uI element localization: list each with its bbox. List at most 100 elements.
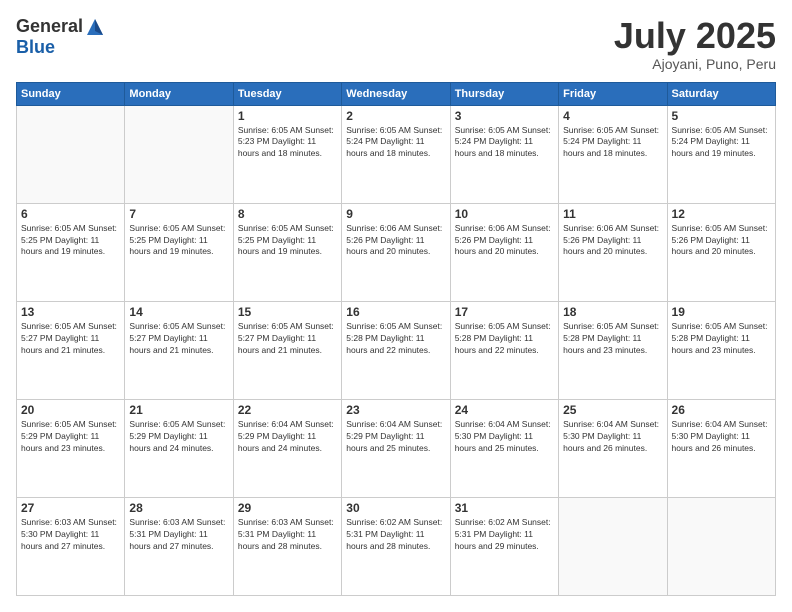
day-number: 31 (455, 501, 554, 515)
table-row: 1Sunrise: 6:05 AM Sunset: 5:23 PM Daylig… (233, 105, 341, 203)
day-info: Sunrise: 6:04 AM Sunset: 5:30 PM Dayligh… (672, 419, 771, 455)
col-sunday: Sunday (17, 82, 125, 105)
table-row: 12 Sunrise: 6:05 AM Sunset: 5:26 PM Dayli… (667, 203, 775, 301)
day-info: Sunrise: 6:05 AM Sunset: 5:25 PM Dayligh… (238, 223, 337, 259)
table-row: 13 Sunrise: 6:05 AM Sunset: 5:27 PM Dayli… (17, 301, 125, 399)
day-info: Sunrise: 6:05 AM Sunset: 5:29 PM Dayligh… (129, 419, 228, 455)
calendar-week-row: 27 Sunrise: 6:03 AM Sunset: 5:30 PM Dayli… (17, 497, 776, 595)
day-number: 10 (455, 207, 554, 221)
table-row: 4Sunrise: 6:05 AM Sunset: 5:24 PM Daylig… (559, 105, 667, 203)
table-row: 20 Sunrise: 6:05 AM Sunset: 5:29 PM Dayli… (17, 399, 125, 497)
day-number: 11 (563, 207, 662, 221)
header: General Blue July 2025 Ajoyani, Puno, Pe… (16, 16, 776, 72)
table-row: 5 Sunrise: 6:05 AM Sunset: 5:24 PM Daylig… (667, 105, 775, 203)
table-row: 3 Sunrise: 6:05 AM Sunset: 5:24 PM Daylig… (450, 105, 558, 203)
table-row (17, 105, 125, 203)
day-info: Sunrise: 6:05 AM Sunset: 5:24 PM Dayligh… (672, 125, 771, 161)
col-saturday: Saturday (667, 82, 775, 105)
day-number: 8 (238, 207, 337, 221)
day-number: 14 (129, 305, 228, 319)
table-row (559, 497, 667, 595)
day-info: Sunrise: 6:05 AM Sunset: 5:25 PM Dayligh… (21, 223, 120, 259)
logo: General Blue (16, 16, 105, 58)
day-number: 2 (346, 109, 445, 123)
table-row: 23Sunrise: 6:04 AM Sunset: 5:29 PM Dayli… (342, 399, 450, 497)
table-row: 7Sunrise: 6:05 AM Sunset: 5:25 PM Daylig… (125, 203, 233, 301)
logo-blue-text: Blue (16, 37, 55, 58)
day-info: Sunrise: 6:05 AM Sunset: 5:28 PM Dayligh… (563, 321, 662, 357)
day-info: Sunrise: 6:06 AM Sunset: 5:26 PM Dayligh… (455, 223, 554, 259)
day-number: 16 (346, 305, 445, 319)
location: Ajoyani, Puno, Peru (614, 56, 776, 72)
day-info: Sunrise: 6:06 AM Sunset: 5:26 PM Dayligh… (346, 223, 445, 259)
table-row: 30 Sunrise: 6:02 AM Sunset: 5:31 PM Dayli… (342, 497, 450, 595)
table-row: 14 Sunrise: 6:05 AM Sunset: 5:27 PM Dayli… (125, 301, 233, 399)
day-number: 20 (21, 403, 120, 417)
table-row: 15 Sunrise: 6:05 AM Sunset: 5:27 PM Dayli… (233, 301, 341, 399)
day-number: 28 (129, 501, 228, 515)
day-info: Sunrise: 6:05 AM Sunset: 5:29 PM Dayligh… (21, 419, 120, 455)
day-number: 24 (455, 403, 554, 417)
day-number: 21 (129, 403, 228, 417)
day-info: Sunrise: 6:05 AM Sunset: 5:27 PM Dayligh… (21, 321, 120, 357)
day-info: Sunrise: 6:05 AM Sunset: 5:23 PM Dayligh… (238, 125, 337, 161)
day-number: 5 (672, 109, 771, 123)
day-info: Sunrise: 6:05 AM Sunset: 5:24 PM Dayligh… (563, 125, 662, 161)
table-row: 10 Sunrise: 6:06 AM Sunset: 5:26 PM Dayli… (450, 203, 558, 301)
day-number: 18 (563, 305, 662, 319)
day-info: Sunrise: 6:05 AM Sunset: 5:27 PM Dayligh… (129, 321, 228, 357)
table-row: 18 Sunrise: 6:05 AM Sunset: 5:28 PM Dayli… (559, 301, 667, 399)
table-row: 8 Sunrise: 6:05 AM Sunset: 5:25 PM Daylig… (233, 203, 341, 301)
calendar-week-row: 6 Sunrise: 6:05 AM Sunset: 5:25 PM Daylig… (17, 203, 776, 301)
day-number: 6 (21, 207, 120, 221)
table-row: 31 Sunrise: 6:02 AM Sunset: 5:31 PM Dayli… (450, 497, 558, 595)
table-row: 11Sunrise: 6:06 AM Sunset: 5:26 PM Dayli… (559, 203, 667, 301)
day-number: 3 (455, 109, 554, 123)
calendar-week-row: 1Sunrise: 6:05 AM Sunset: 5:23 PM Daylig… (17, 105, 776, 203)
table-row: 27 Sunrise: 6:03 AM Sunset: 5:30 PM Dayli… (17, 497, 125, 595)
table-row: 28 Sunrise: 6:03 AM Sunset: 5:31 PM Dayli… (125, 497, 233, 595)
table-row: 21 Sunrise: 6:05 AM Sunset: 5:29 PM Dayli… (125, 399, 233, 497)
day-info: Sunrise: 6:04 AM Sunset: 5:29 PM Dayligh… (346, 419, 445, 455)
day-info: Sunrise: 6:05 AM Sunset: 5:27 PM Dayligh… (238, 321, 337, 357)
table-row: 24 Sunrise: 6:04 AM Sunset: 5:30 PM Dayli… (450, 399, 558, 497)
day-number: 27 (21, 501, 120, 515)
title-block: July 2025 Ajoyani, Puno, Peru (614, 16, 776, 72)
table-row: 16 Sunrise: 6:05 AM Sunset: 5:28 PM Dayli… (342, 301, 450, 399)
table-row: 9Sunrise: 6:06 AM Sunset: 5:26 PM Daylig… (342, 203, 450, 301)
col-friday: Friday (559, 82, 667, 105)
day-number: 19 (672, 305, 771, 319)
day-info: Sunrise: 6:05 AM Sunset: 5:28 PM Dayligh… (346, 321, 445, 357)
table-row: 22Sunrise: 6:04 AM Sunset: 5:29 PM Dayli… (233, 399, 341, 497)
day-number: 12 (672, 207, 771, 221)
day-number: 15 (238, 305, 337, 319)
col-wednesday: Wednesday (342, 82, 450, 105)
page: General Blue July 2025 Ajoyani, Puno, Pe… (0, 0, 792, 612)
day-info: Sunrise: 6:05 AM Sunset: 5:28 PM Dayligh… (455, 321, 554, 357)
day-info: Sunrise: 6:05 AM Sunset: 5:26 PM Dayligh… (672, 223, 771, 259)
day-info: Sunrise: 6:02 AM Sunset: 5:31 PM Dayligh… (346, 517, 445, 553)
table-row: 17 Sunrise: 6:05 AM Sunset: 5:28 PM Dayli… (450, 301, 558, 399)
table-row (667, 497, 775, 595)
col-thursday: Thursday (450, 82, 558, 105)
calendar-header-row: Sunday Monday Tuesday Wednesday Thursday… (17, 82, 776, 105)
table-row: 6 Sunrise: 6:05 AM Sunset: 5:25 PM Daylig… (17, 203, 125, 301)
day-number: 26 (672, 403, 771, 417)
day-info: Sunrise: 6:03 AM Sunset: 5:30 PM Dayligh… (21, 517, 120, 553)
day-info: Sunrise: 6:03 AM Sunset: 5:31 PM Dayligh… (129, 517, 228, 553)
calendar-week-row: 13 Sunrise: 6:05 AM Sunset: 5:27 PM Dayli… (17, 301, 776, 399)
day-info: Sunrise: 6:05 AM Sunset: 5:24 PM Dayligh… (346, 125, 445, 161)
day-info: Sunrise: 6:04 AM Sunset: 5:29 PM Dayligh… (238, 419, 337, 455)
day-number: 13 (21, 305, 120, 319)
col-monday: Monday (125, 82, 233, 105)
day-info: Sunrise: 6:03 AM Sunset: 5:31 PM Dayligh… (238, 517, 337, 553)
table-row: 26 Sunrise: 6:04 AM Sunset: 5:30 PM Dayli… (667, 399, 775, 497)
day-info: Sunrise: 6:05 AM Sunset: 5:24 PM Dayligh… (455, 125, 554, 161)
day-info: Sunrise: 6:04 AM Sunset: 5:30 PM Dayligh… (455, 419, 554, 455)
day-number: 30 (346, 501, 445, 515)
day-info: Sunrise: 6:02 AM Sunset: 5:31 PM Dayligh… (455, 517, 554, 553)
logo-general-text: General (16, 16, 83, 37)
day-number: 17 (455, 305, 554, 319)
day-number: 25 (563, 403, 662, 417)
day-number: 29 (238, 501, 337, 515)
